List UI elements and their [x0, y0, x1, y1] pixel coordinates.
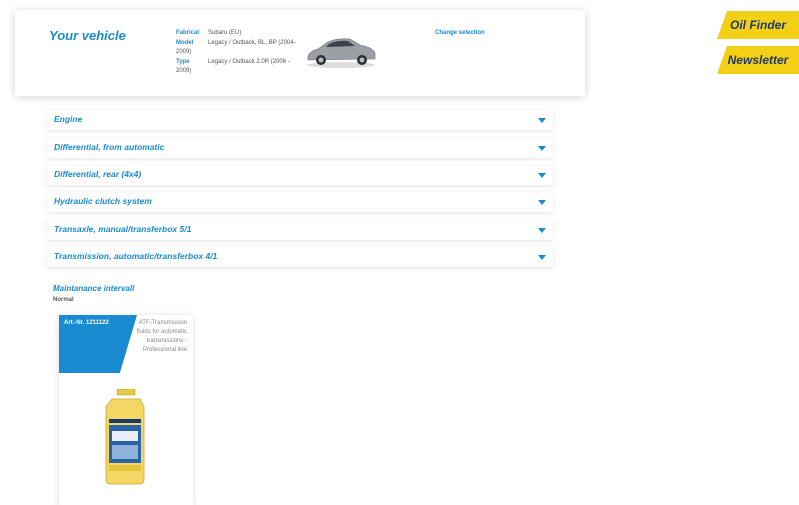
product-description: ATF-Transmission fluids for automatic tr…: [136, 320, 187, 353]
chevron-down-icon[interactable]: [538, 228, 546, 233]
accordion-transmission-automatic[interactable]: Transmission, automatic/transferbox 4/1: [47, 247, 553, 267]
oil-bottle-image: [105, 389, 145, 485]
model-value-cont: 2009): [176, 49, 192, 55]
product-card[interactable]: Art.-Nr. 1211122 ATF-Transmission fluids…: [59, 315, 193, 505]
newsletter-button[interactable]: Newsletter: [717, 46, 799, 74]
accordion-differential-rear[interactable]: Differential, rear (4x4): [47, 165, 553, 185]
accordion-label: Differential, rear (4x4): [54, 169, 142, 179]
model-value: Legacy / Outback, BL, BP (2004-: [208, 40, 296, 46]
vehicle-card: Your vehicle Fabrical Subaru (EU) Model …: [15, 10, 585, 96]
accordion-label: Engine: [54, 114, 83, 124]
accordion-differential-automatic[interactable]: Differential, from automatic: [47, 138, 553, 158]
model-label: Model: [176, 40, 194, 46]
chevron-down-icon[interactable]: [538, 118, 546, 123]
vehicle-title: Your vehicle: [49, 28, 126, 43]
accordion-label: Transaxle, manual/transferbox 5/1: [54, 224, 192, 234]
accordion-hydraulic-clutch[interactable]: Hydraulic clutch system: [47, 192, 553, 212]
chevron-down-icon[interactable]: [538, 200, 546, 205]
oil-finder-button[interactable]: Oil Finder: [717, 11, 799, 39]
type-value: Legacy / Outback 2.0R (2006 -: [208, 59, 290, 65]
article-number: Art.-Nr. 1211122: [64, 320, 109, 326]
accordion-label: Differential, from automatic: [54, 142, 165, 152]
type-label: Type: [176, 59, 190, 65]
accordion-label: Transmission, automatic/transferbox 4/1: [54, 251, 218, 261]
accordion-engine[interactable]: Engine: [47, 110, 553, 130]
accordion-transaxle-manual[interactable]: Transaxle, manual/transferbox 5/1: [47, 220, 553, 240]
car-image: [307, 38, 376, 68]
change-selection-link[interactable]: Change selection: [435, 30, 485, 36]
fabrical-label: Fabrical: [176, 30, 200, 36]
accordion-label: Hydraulic clutch system: [54, 196, 152, 206]
chevron-down-icon[interactable]: [538, 255, 546, 260]
fabrical-value: Subaru (EU): [208, 30, 242, 36]
maintenance-subtitle: Normal: [53, 297, 74, 303]
type-value-cont: 2009): [176, 68, 192, 74]
maintenance-title: Maintanance intervall: [53, 284, 135, 293]
chevron-down-icon[interactable]: [538, 173, 546, 178]
chevron-down-icon[interactable]: [538, 146, 546, 151]
